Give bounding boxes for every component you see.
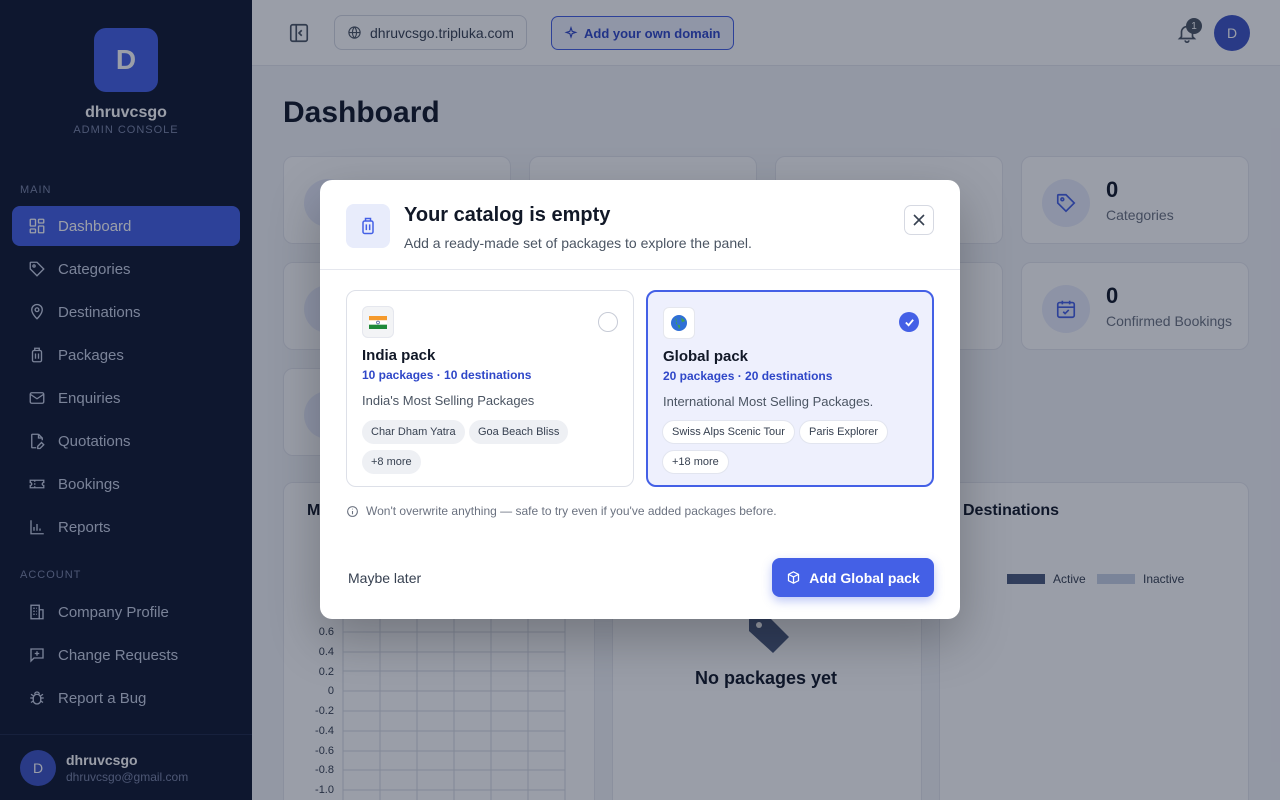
check-icon[interactable] [899,312,919,332]
flag-graphic [369,315,387,329]
package-chip: Char Dham Yatra [362,420,465,444]
modal-header: Your catalog is empty Add a ready-made s… [320,180,960,270]
pack-option-global[interactable]: Global pack 20 packages · 20 destination… [646,290,934,487]
package-box-icon [788,571,800,584]
luggage-icon [362,217,374,235]
package-chip: Swiss Alps Scenic Tour [662,420,795,444]
info-icon [347,505,358,517]
safety-note-text: Won't overwrite anything — safe to try e… [366,504,777,518]
pack-radio[interactable] [598,312,618,332]
pack-meta: 20 packages · 20 destinations [663,369,833,383]
pack-meta: 10 packages · 10 destinations [362,368,532,382]
close-icon [913,214,925,226]
india-flag-icon [362,306,394,338]
more-chip: +18 more [662,450,729,474]
close-button[interactable] [904,205,934,235]
modal-subtitle: Add a ready-made set of packages to expl… [404,235,752,251]
pack-description: India's Most Selling Packages [362,393,535,408]
more-chip: +8 more [362,450,421,474]
modal-title: Your catalog is empty [404,204,611,226]
maybe-later-button[interactable]: Maybe later [348,570,421,586]
package-chip: Goa Beach Bliss [469,420,569,444]
pack-name: Global pack [663,348,749,365]
globe-emoji-icon [663,307,695,339]
package-chip: Paris Explorer [799,420,889,444]
globe-graphic [671,315,687,331]
add-pack-label: Add Global pack [809,569,920,586]
pack-option-india[interactable]: India pack 10 packages · 10 destinations… [346,290,634,487]
check-mark [904,318,914,327]
empty-catalog-modal: Your catalog is empty Add a ready-made s… [320,180,960,619]
pack-name: India pack [362,347,436,364]
pack-description: International Most Selling Packages. [663,394,874,409]
safety-note: Won't overwrite anything — safe to try e… [346,504,777,518]
add-pack-button[interactable]: Add Global pack [772,558,934,597]
modal-icon [346,204,390,248]
